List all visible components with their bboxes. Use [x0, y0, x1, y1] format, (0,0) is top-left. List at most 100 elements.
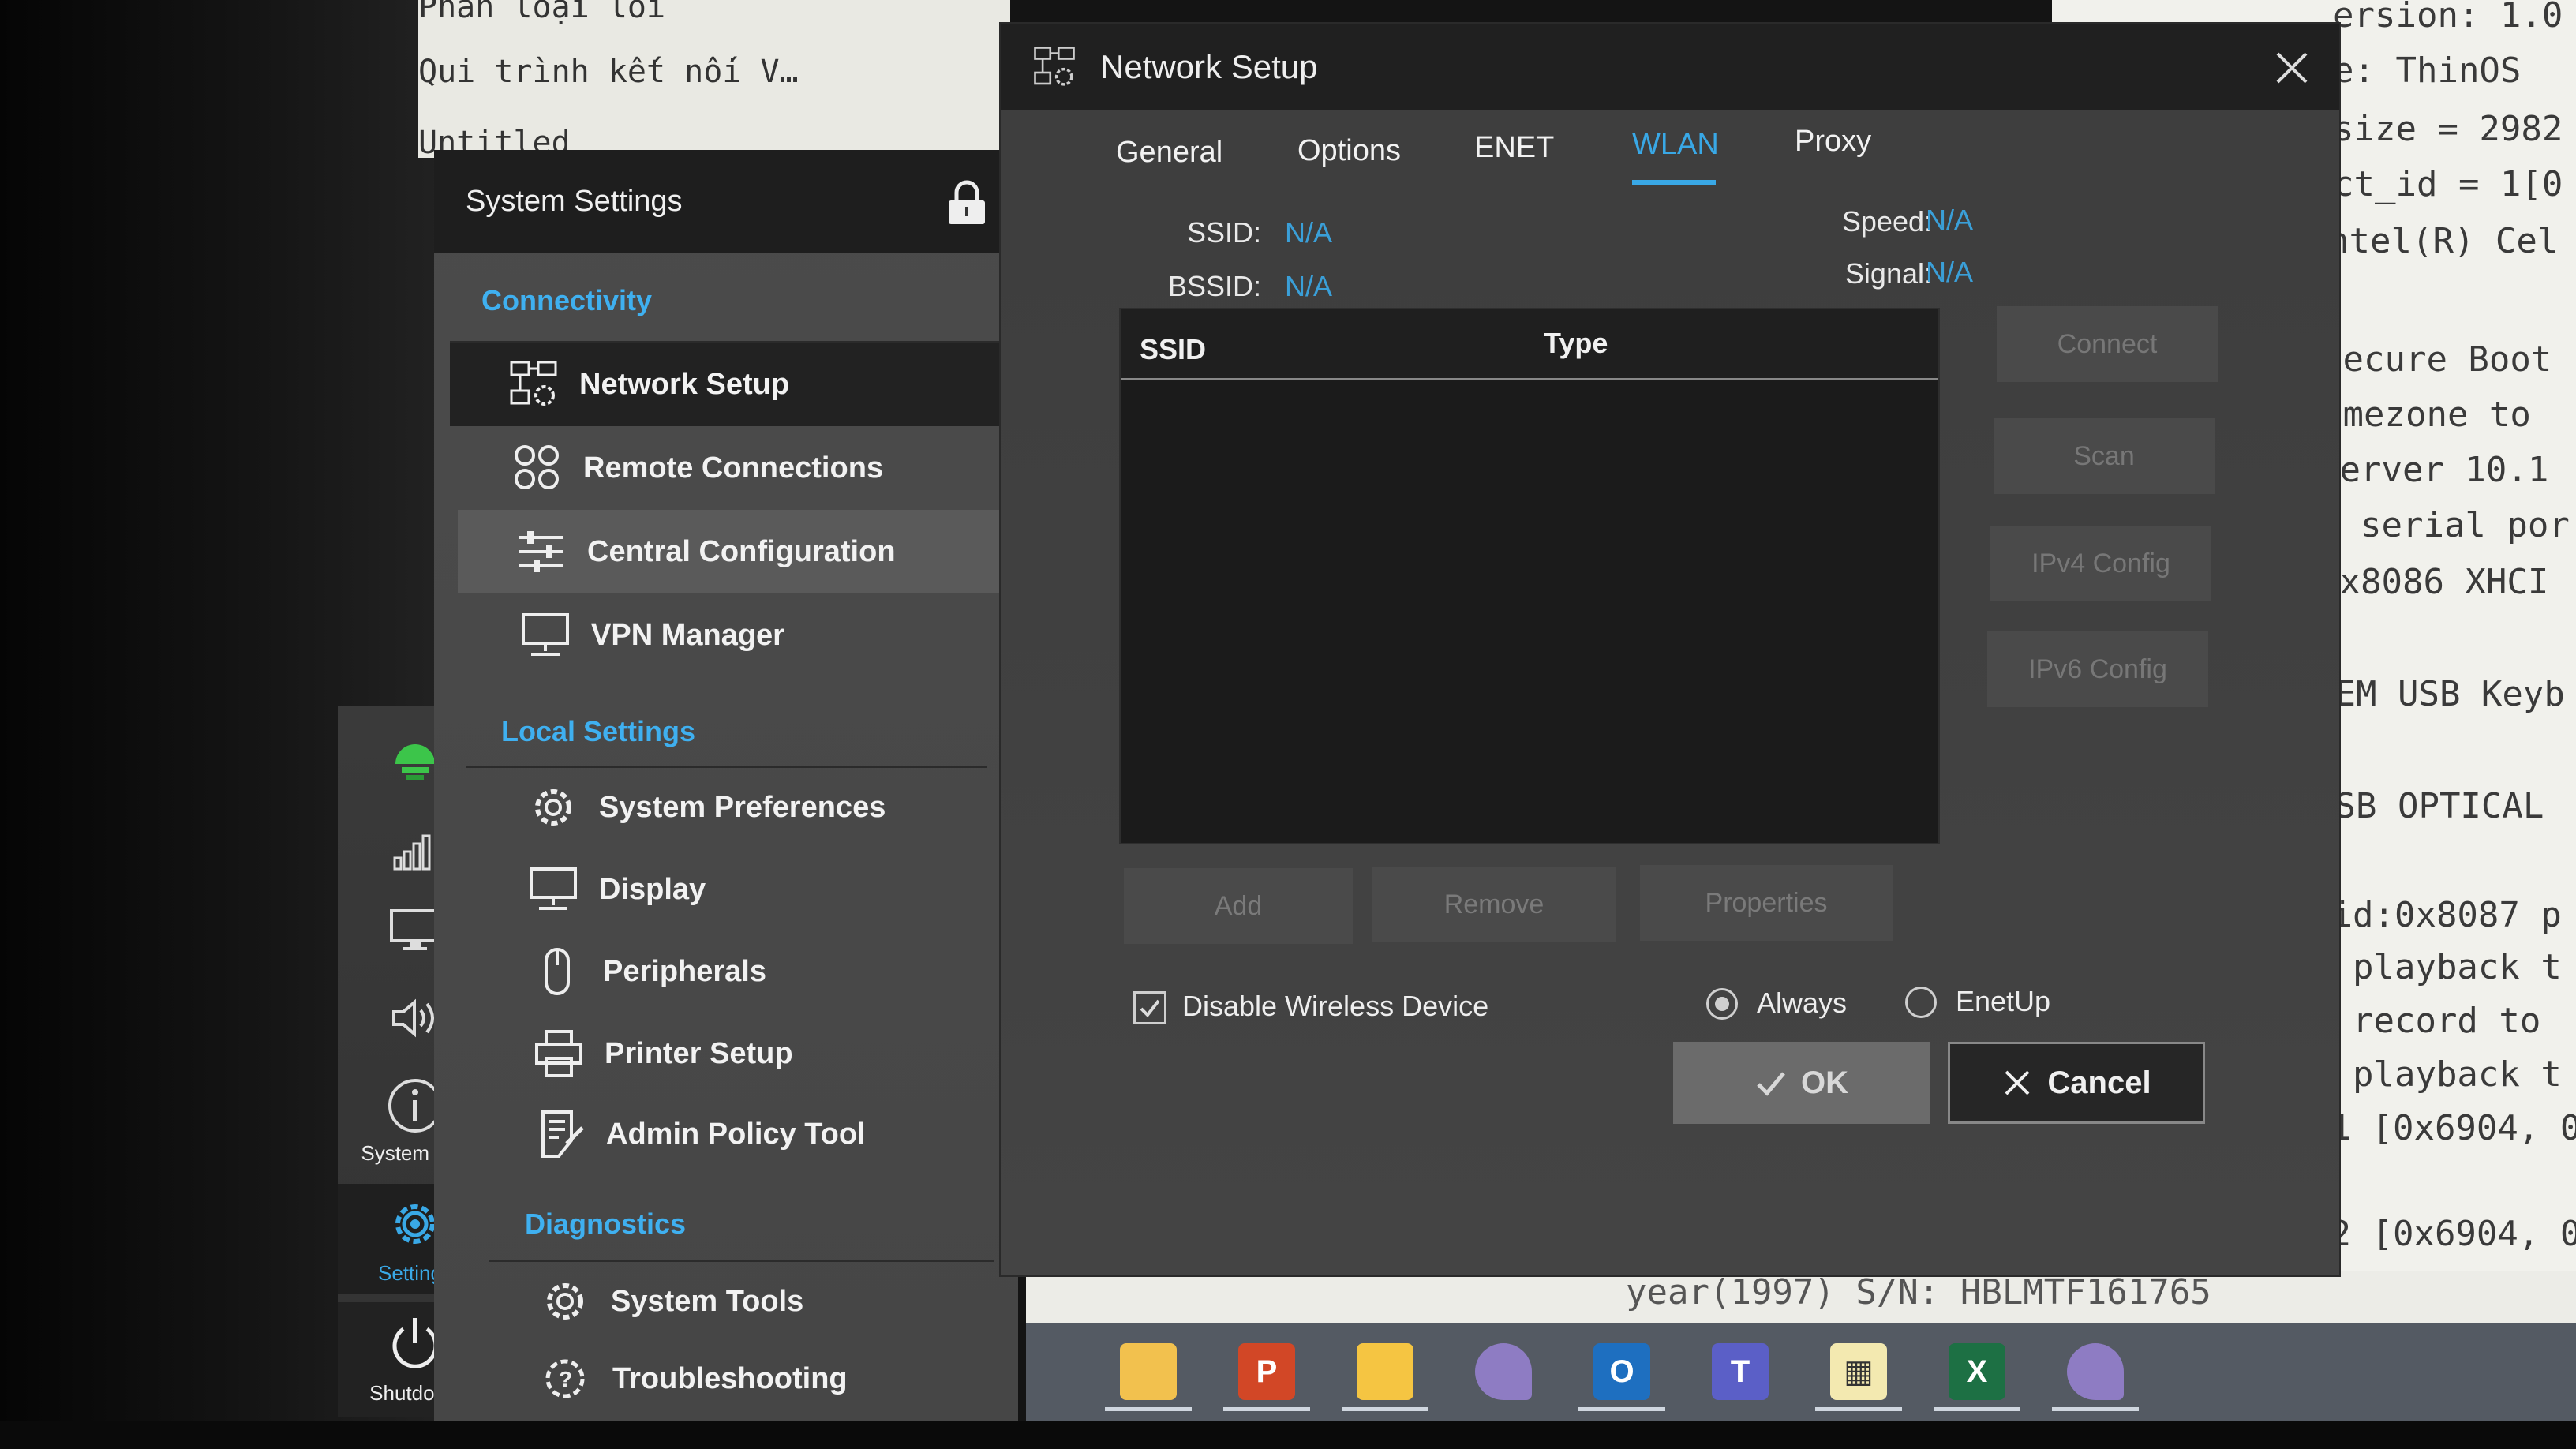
wlan-network-table[interactable]: SSID Type	[1119, 308, 1940, 844]
table-header: SSID Type	[1121, 309, 1938, 380]
nav-remote-connections[interactable]: Remote Connections	[454, 426, 1022, 510]
lock-icon[interactable]	[945, 180, 988, 226]
nav-central-configuration-label: Central Configuration	[587, 534, 896, 568]
policy-document-icon	[532, 1106, 589, 1163]
cancel-button[interactable]: Cancel	[1948, 1042, 2205, 1124]
radio-enetup-label: EnetUp	[1956, 985, 2051, 1017]
terminal-line: 0x8086 XHCI	[2319, 562, 2549, 602]
radio-always-label: Always	[1757, 987, 1848, 1019]
nav-remote-connections-label: Remote Connections	[583, 451, 884, 485]
connect-button[interactable]: Connect	[1997, 306, 2218, 382]
column-header-type[interactable]: Type	[1544, 327, 1608, 360]
nav-network-setup[interactable]: Network Setup	[450, 343, 1018, 426]
signal-label: Signal:	[1844, 257, 1932, 290]
nav-display[interactable]: Display	[470, 848, 1038, 931]
bssid-value: N/A	[1285, 270, 1333, 302]
nav-system-tools[interactable]: System Tools	[481, 1260, 1050, 1343]
nav-admin-policy-tool[interactable]: Admin Policy Tool	[477, 1092, 1045, 1176]
connectivity-heading: Connectivity	[481, 284, 653, 316]
nav-admin-policy-tool-label: Admin Policy Tool	[606, 1117, 866, 1151]
file-explorer-icon[interactable]	[1097, 1332, 1200, 1411]
teams-icon[interactable]: T	[1689, 1332, 1792, 1411]
printer-icon	[530, 1025, 587, 1082]
nav-central-configuration[interactable]: Central Configuration	[458, 510, 1018, 593]
outlook-icon[interactable]: O	[1571, 1332, 1673, 1411]
nav-printer-setup[interactable]: Printer Setup	[475, 1012, 1043, 1095]
column-header-ssid[interactable]: SSID	[1140, 333, 1206, 366]
radio-enetup[interactable]	[1905, 987, 1937, 1018]
nav-peripherals[interactable]: Peripherals	[474, 930, 1042, 1013]
terminal-line: SEM USB Keyb	[2314, 674, 2565, 714]
terminal-line: ct_id = 1[0	[2333, 164, 2563, 204]
tab-options[interactable]: Options	[1297, 134, 1401, 168]
mouse-icon	[529, 943, 586, 1000]
notes-icon[interactable]	[1334, 1332, 1436, 1411]
terminal-line: e record to	[2311, 1001, 2541, 1041]
display-icon	[525, 861, 582, 918]
terminal-line: Secure Boot	[2322, 339, 2552, 380]
terminal-line: e playback t	[2311, 947, 2562, 987]
terminal-line: n1 [0x6904, 0	[2309, 1108, 2576, 1148]
speed-value: N/A	[1926, 204, 1974, 236]
nav-vpn-manager[interactable]: VPN Manager	[462, 593, 1030, 677]
troubleshooting-icon: ?	[538, 1350, 595, 1407]
signal-value: N/A	[1926, 256, 1974, 288]
tools-gear-icon	[537, 1273, 593, 1330]
nav-troubleshooting[interactable]: ? Troubleshooting	[483, 1337, 1051, 1421]
terminal-line: imezone to	[2322, 395, 2531, 435]
settings-header: System Settings	[434, 150, 1018, 253]
terminal-line: vid:0x8087 p	[2311, 895, 2562, 935]
ssid-value: N/A	[1285, 216, 1333, 249]
system-settings-panel: System Settings Connectivity Network Set…	[434, 150, 1018, 1421]
remove-button[interactable]: Remove	[1372, 867, 1616, 942]
cancel-label: Cancel	[2047, 1065, 2151, 1100]
ok-label: OK	[1801, 1065, 1848, 1100]
terminal-line: ntel(R) Cel	[2328, 221, 2559, 261]
properties-button[interactable]: Properties	[1640, 865, 1893, 941]
network-setup-dialog: Network Setup General Options ENET WLAN …	[999, 22, 2341, 1277]
tab-enet[interactable]: ENET	[1474, 131, 1554, 165]
terminal-line: e playback t	[2311, 1054, 2562, 1095]
monitor-bezel-bottom	[0, 1421, 2576, 1449]
dialog-title: Network Setup	[1100, 48, 1318, 85]
terminal-line: e: ThinOS	[2333, 51, 2522, 91]
close-icon	[2005, 1070, 2030, 1095]
nav-system-preferences[interactable]: System Preferences	[470, 766, 1038, 849]
terminal-line: size = 2982	[2333, 109, 2563, 149]
add-button[interactable]: Add	[1124, 868, 1353, 944]
close-icon[interactable]	[2271, 47, 2312, 88]
terminal-line: n2 [0x6904, 0	[2309, 1214, 2576, 1254]
media-app-icon[interactable]: ▦	[1807, 1332, 1910, 1411]
radio-selected-dot	[1715, 997, 1729, 1011]
nav-vpn-manager-label: VPN Manager	[591, 618, 784, 652]
ok-button[interactable]: OK	[1673, 1042, 1930, 1124]
ipv4-config-button[interactable]: IPv4 Config	[1990, 526, 2211, 601]
sliders-icon	[513, 523, 570, 580]
tab-general[interactable]: General	[1116, 136, 1222, 170]
bssid-label: BSSID:	[1167, 270, 1261, 302]
diagnostics-heading: Diagnostics	[525, 1208, 687, 1240]
terminal-line: server 10.1	[2319, 450, 2549, 490]
tab-proxy[interactable]: Proxy	[1795, 125, 1871, 159]
dialog-titlebar: Network Setup	[1001, 24, 2339, 110]
ssid-label: SSID:	[1186, 216, 1261, 249]
feather-app-icon[interactable]	[1452, 1332, 1555, 1411]
powerpoint-icon[interactable]: P	[1215, 1332, 1318, 1411]
tab-wlan[interactable]: WLAN	[1632, 128, 1719, 162]
active-tab-indicator	[1632, 180, 1716, 185]
signal-bars-icon	[393, 834, 431, 871]
network-setup-icon	[505, 356, 562, 413]
serial-number-text: year(1997) S/N: HBLMTF161765	[1626, 1272, 2211, 1312]
radio-always[interactable]	[1706, 988, 1738, 1020]
scan-button[interactable]: Scan	[1994, 418, 2215, 494]
checkmark-icon	[1757, 1072, 1785, 1096]
taskbar: P O T ▦ X	[1026, 1323, 2576, 1421]
feather-app-icon-2[interactable]	[2044, 1332, 2147, 1411]
settings-title: System Settings	[466, 184, 683, 218]
ipv6-config-button[interactable]: IPv6 Config	[1987, 631, 2208, 707]
excel-icon[interactable]: X	[1926, 1332, 2028, 1411]
terminal-line: USB OPTICAL	[2314, 786, 2544, 826]
disable-wireless-checkbox[interactable]	[1133, 991, 1166, 1024]
network-setup-icon	[1034, 47, 1075, 86]
doc-line: Qui trình kết nối V…	[418, 54, 799, 90]
